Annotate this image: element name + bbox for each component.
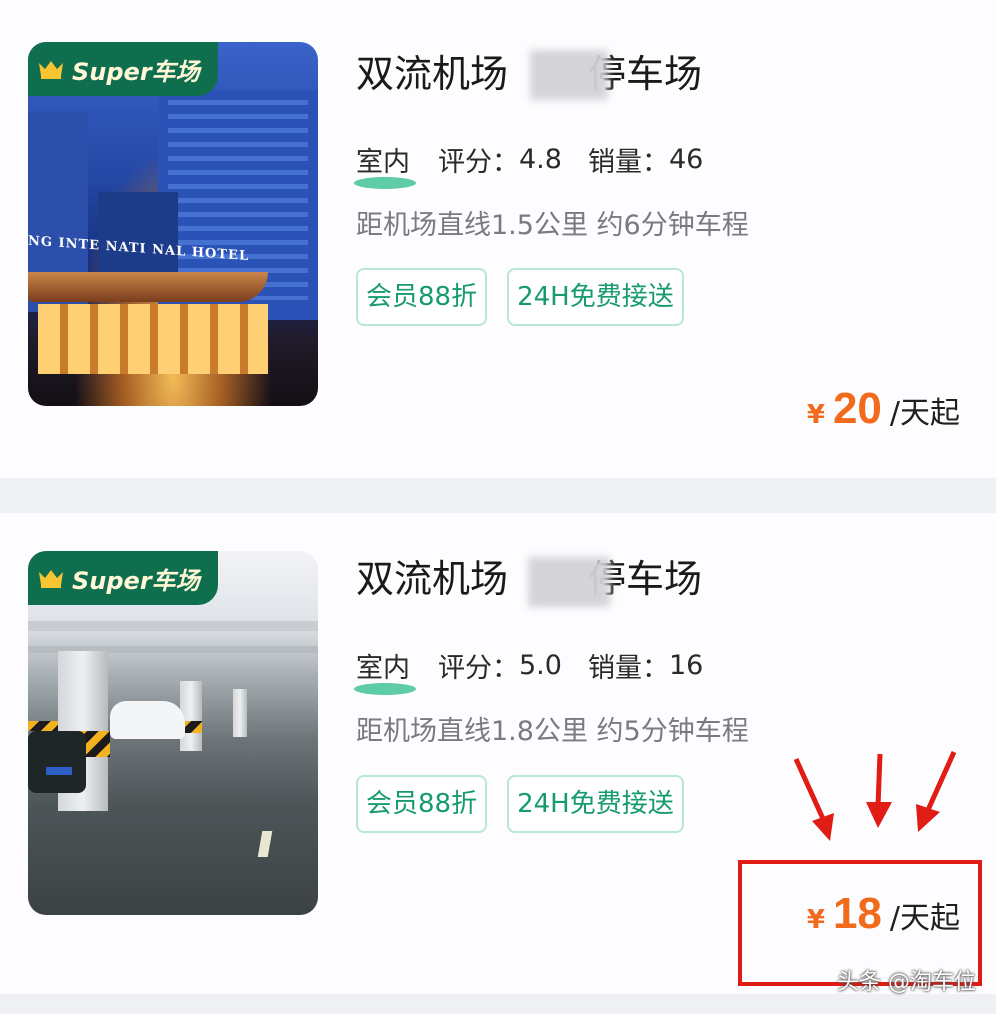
rating-value: 4.8: [519, 144, 562, 175]
redacted-text: [530, 50, 608, 100]
title-prefix: 双流机场: [356, 557, 509, 601]
sales-label: 销量：: [587, 147, 669, 178]
photo-car: [28, 731, 86, 793]
badge-label: Super车场: [72, 566, 200, 595]
sales-value: 46: [668, 144, 704, 175]
sales-value: 16: [668, 650, 704, 681]
badge-label: Super车场: [72, 57, 200, 86]
tag-list: 会员88折 24H免费接送: [356, 268, 684, 326]
down-arrow-icon: [916, 750, 957, 832]
distance-text: 距机场直线1.8公里 约5分钟车程: [356, 716, 749, 747]
listing-meta: 室内 评分： 5.0 销量： 16: [354, 646, 704, 695]
down-arrow-icon: [793, 757, 834, 841]
down-arrow-icon: [866, 753, 892, 828]
redacted-text: [528, 557, 610, 607]
listing-photo[interactable]: Super车场: [28, 551, 318, 915]
parking-listing-card[interactable]: NG INTE NATI NAL HOTEL Super车场 双流机场 停车场 室…: [0, 0, 996, 478]
tag-member-discount: 会员88折: [356, 775, 488, 833]
price-unit: /天起: [889, 396, 960, 431]
rating-label: 评分：: [438, 653, 519, 684]
super-parking-badge: Super车场: [28, 551, 218, 605]
photo-ceiling-beam: [28, 621, 318, 631]
listing-photo[interactable]: NG INTE NATI NAL HOTEL Super车场: [28, 42, 318, 406]
photo-lane-mark: [257, 831, 273, 857]
super-parking-badge: Super车场: [28, 42, 218, 96]
photo-canopy: [28, 272, 268, 302]
tag-free-shuttle: 24H免费接送: [507, 775, 684, 833]
type-highlight: [354, 683, 416, 695]
tag-free-shuttle: 24H免费接送: [507, 268, 684, 326]
parking-type: 室内: [354, 140, 416, 189]
tag-member-discount: 会员88折: [356, 268, 488, 326]
title-prefix: 双流机场: [356, 52, 509, 96]
crown-icon: [39, 61, 63, 79]
price: ¥ 20 /天起: [807, 384, 960, 434]
distance-text: 距机场直线1.5公里 约6分钟车程: [356, 210, 749, 241]
photo-lobby: [38, 304, 268, 374]
price-currency: ¥: [806, 400, 825, 430]
type-highlight: [354, 177, 416, 189]
photo-car: [110, 701, 185, 739]
parking-type: 室内: [354, 646, 416, 695]
sales-label: 销量：: [587, 653, 669, 684]
watermark: 头条 @淘车位: [837, 970, 976, 995]
tag-list: 会员88折 24H免费接送: [356, 775, 684, 833]
rating-label: 评分：: [438, 147, 519, 178]
price-amount: 20: [832, 384, 882, 433]
photo-pillar: [233, 689, 247, 737]
crown-icon: [39, 570, 63, 588]
photo-hazard-stripe: [28, 721, 58, 731]
photo-plate: [46, 767, 72, 775]
listing-meta: 室内 评分： 4.8 销量： 46: [354, 140, 704, 189]
rating-value: 5.0: [519, 650, 562, 681]
